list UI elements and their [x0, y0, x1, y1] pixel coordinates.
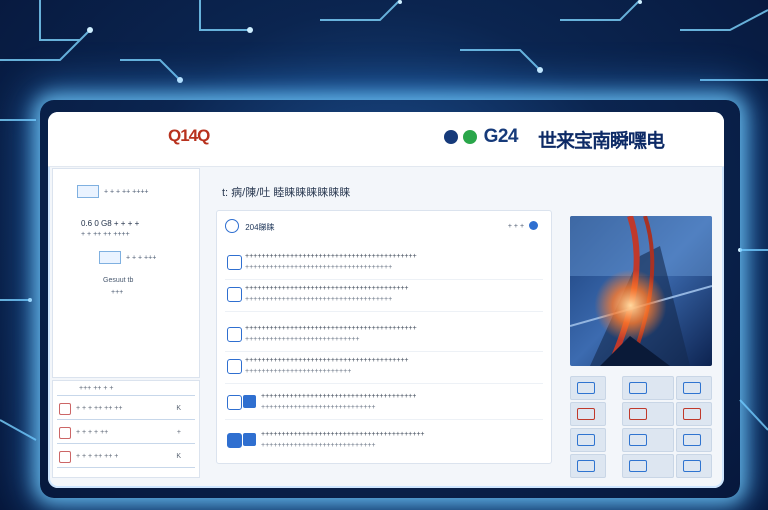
panel-user[interactable]: + + +	[508, 221, 541, 230]
file-icon	[243, 395, 256, 408]
alert-icon	[577, 408, 595, 420]
monitor-icon	[683, 460, 701, 472]
monitor-icon	[629, 434, 647, 446]
item-line-secondary: ++++++++++++++++++++++++++++++++++++	[245, 264, 393, 271]
thumbnail[interactable]	[622, 402, 674, 426]
thumbnail[interactable]	[676, 428, 712, 452]
list-item[interactable]: + + + + ++ +	[57, 423, 195, 444]
list-item[interactable]: + + + ++ ++ ++ K	[57, 399, 195, 420]
item-line: ++++++++++++++++++++++++++++++++++++++++	[245, 285, 409, 292]
thumbnail[interactable]	[570, 402, 606, 426]
thumbnail[interactable]	[622, 454, 674, 478]
monitor-icon	[577, 434, 595, 446]
item-line: ++++++++++++++++++++++++++++++++++++++++	[245, 357, 409, 364]
item-line: ++++++++++++++++++++++++++++++++++++++++…	[245, 325, 417, 332]
brand-title: 世来宝南瞬嘿电	[538, 131, 665, 152]
info-row: Gesuut tb	[103, 277, 134, 284]
brand-code: G24	[483, 126, 519, 147]
user-status-icon	[529, 221, 538, 230]
feature-image-art	[570, 216, 712, 366]
alert-icon	[629, 408, 647, 420]
list-item[interactable]: ++++++++++++++++++++++++++++++++++++++++…	[225, 249, 543, 280]
alert-icon	[59, 403, 71, 415]
panel-user-text: + + +	[507, 223, 525, 230]
panel-header: 204睇睐	[225, 219, 275, 233]
info-row: + + + +++	[99, 251, 156, 264]
monitor-icon	[629, 460, 647, 472]
message-icon	[227, 255, 242, 270]
list-item[interactable]: ++++++++++++++++++++++++++++++++++++++ +…	[225, 389, 543, 420]
grid-icon	[227, 327, 242, 342]
file-icon	[243, 433, 256, 446]
list-item-text: + + + ++ ++ +	[75, 453, 119, 460]
shield-icon	[227, 287, 242, 302]
info-text: + + + ++ ++++	[103, 188, 149, 196]
thumbnail[interactable]	[676, 454, 712, 478]
thumbnail[interactable]	[676, 376, 712, 400]
list-item-text: + + + + ++	[75, 429, 109, 436]
item-line-secondary: ++++++++++++++++++++++++++	[245, 368, 352, 375]
list-item[interactable]: ++++++++++++++++++++++++++++++++++++++++…	[225, 353, 543, 384]
app-window: Q14Q G24 世来宝南瞬嘿电 + + + ++ ++++ 0.6 0 G8 …	[48, 112, 724, 488]
list-header-text: +++ ++ + +	[79, 385, 114, 392]
thumbnail[interactable]	[570, 454, 606, 478]
monitor-icon	[577, 382, 595, 394]
list-item[interactable]: + + + ++ ++ + K	[57, 447, 195, 468]
brand-logo: G24	[444, 126, 518, 148]
folder-icon	[227, 433, 242, 448]
brand-circle-icon	[444, 130, 458, 144]
alert-icon	[59, 427, 71, 439]
panel-title: 204睇睐	[245, 223, 275, 232]
section-title: t: 病/陳/吐 睦睐睐睐睐睐睐	[222, 187, 351, 199]
thumbnail[interactable]	[676, 402, 712, 426]
info-text: + + + +++	[125, 254, 157, 262]
list-item-mark: +	[176, 429, 181, 436]
thumbnail[interactable]	[570, 376, 606, 400]
brand-green-circle-icon	[462, 130, 477, 144]
monitor-icon	[683, 434, 701, 446]
monitor-icon	[577, 460, 595, 472]
thumbnail-grid	[566, 372, 716, 478]
monitor-icon	[629, 382, 647, 394]
thumbnail[interactable]	[622, 428, 674, 452]
item-line-secondary: ++++++++++++++++++++++++++++	[261, 442, 376, 449]
card-chip-icon	[99, 251, 121, 264]
item-line: ++++++++++++++++++++++++++++++++++++++++	[261, 431, 425, 438]
item-line: ++++++++++++++++++++++++++++++++++++++	[261, 393, 417, 400]
item-line: ++++++++++++++++++++++++++++++++++++++++…	[245, 253, 417, 260]
thumbnail[interactable]	[570, 428, 606, 452]
info-row: + + + ++ ++++	[77, 185, 149, 198]
alert-icon	[683, 408, 701, 420]
logo-left: Q14Q	[168, 126, 210, 145]
list-item-text: + + + ++ ++ ++	[75, 405, 123, 412]
settings-icon	[227, 395, 242, 410]
list-item-mark: K	[176, 453, 181, 460]
alert-icon	[59, 451, 71, 463]
item-line-secondary: ++++++++++++++++++++++++++++++++++++	[245, 296, 393, 303]
monitor-icon	[683, 382, 701, 394]
thumbnail[interactable]	[622, 376, 674, 400]
list-item-mark: K	[176, 405, 181, 412]
list-item[interactable]: ++++++++++++++++++++++++++++++++++++++++…	[225, 427, 543, 457]
info-row: +++	[111, 289, 124, 296]
top-bar: Q14Q G24 世来宝南瞬嘿电	[48, 112, 724, 167]
card-chip-icon	[77, 185, 99, 198]
document-icon	[227, 359, 242, 374]
item-line-secondary: ++++++++++++++++++++++++++++	[261, 404, 376, 411]
feature-image[interactable]	[570, 216, 712, 366]
content-panel: 204睇睐 + + + ++++++++++++++++++++++++++++…	[216, 210, 552, 464]
list-item[interactable]: ++++++++++++++++++++++++++++++++++++++++…	[225, 281, 543, 312]
user-avatar-icon	[225, 219, 239, 233]
info-row: + + ++ ++ ++++	[81, 231, 130, 238]
item-line-secondary: ++++++++++++++++++++++++++++	[245, 336, 360, 343]
list-header: +++ ++ + +	[57, 383, 195, 396]
left-list: +++ ++ + + + + + ++ ++ ++ K + + + + ++ +…	[52, 380, 200, 478]
list-item[interactable]: ++++++++++++++++++++++++++++++++++++++++…	[225, 321, 543, 352]
left-info-card: + + + ++ ++++ 0.6 0 G8 + + + + + + ++ ++…	[52, 168, 200, 378]
info-row: 0.6 0 G8 + + + +	[81, 219, 140, 228]
